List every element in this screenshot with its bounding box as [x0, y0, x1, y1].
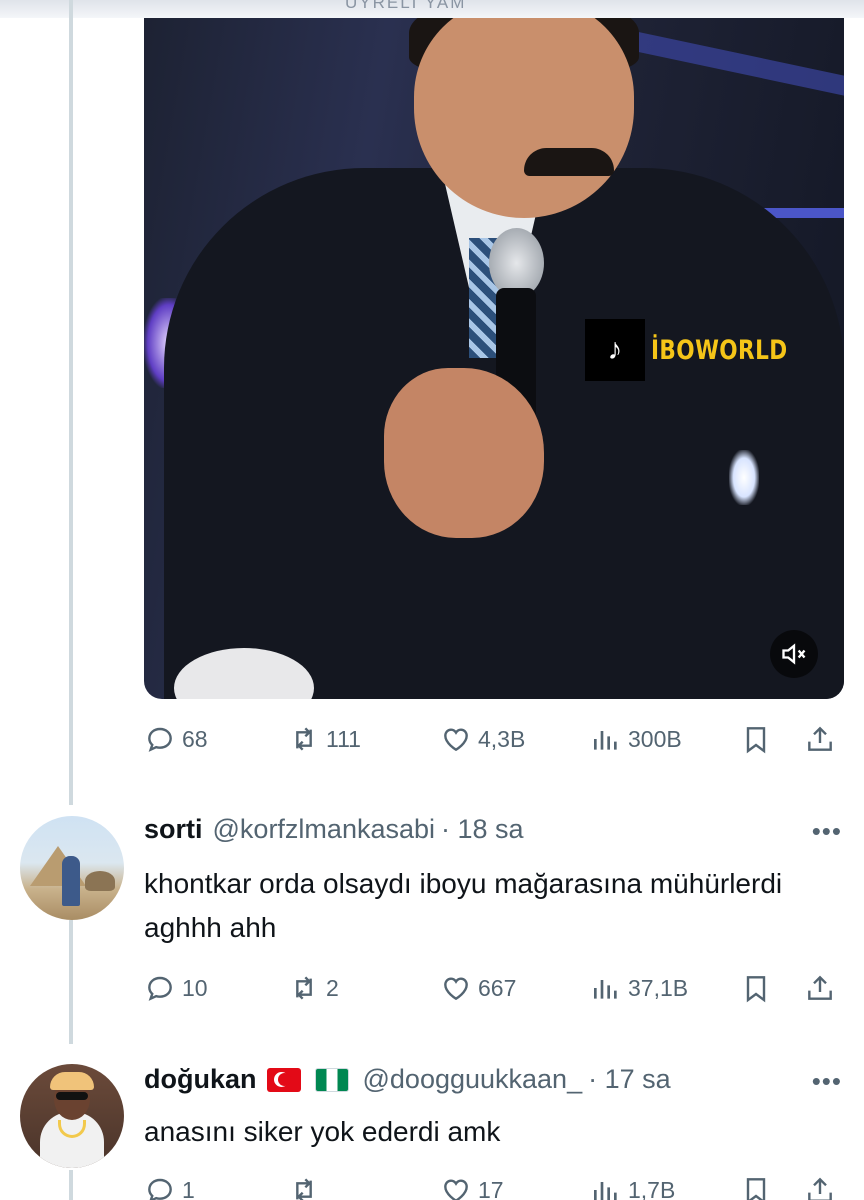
flag-turkey-icon	[266, 1067, 301, 1092]
bookmark-icon	[746, 1178, 766, 1200]
repost-icon	[296, 727, 312, 751]
like-count: 4,3B	[478, 725, 526, 752]
reply-actions-bar: 1 17 1,7B	[144, 1170, 844, 1200]
more-options-icon[interactable]: •••	[812, 1066, 842, 1097]
bookmark-button[interactable]	[740, 968, 772, 1008]
repost-button[interactable]: 2	[288, 968, 339, 1008]
avatar[interactable]	[20, 816, 124, 920]
video-subject-hand	[384, 368, 544, 538]
views-count: 300B	[628, 725, 682, 752]
reply-icon	[148, 727, 172, 752]
views-count: 1,7B	[628, 1176, 676, 1200]
reply-icon	[148, 1178, 172, 1200]
views-chart-icon	[594, 980, 617, 999]
reply-icon	[148, 976, 172, 1001]
more-options-icon[interactable]: •••	[812, 816, 842, 847]
views-chart-icon	[594, 1182, 617, 1200]
reply-text: khontkar orda olsaydı iboyu mağarasına m…	[144, 868, 783, 943]
reply-count: 68	[182, 725, 208, 752]
like-button[interactable]: 4,3B	[440, 719, 525, 759]
share-icon	[808, 975, 832, 1000]
light-flash	[729, 450, 759, 505]
share-button[interactable]	[804, 719, 836, 759]
volume-muted-icon	[782, 643, 806, 665]
repost-icon	[296, 976, 312, 1000]
heart-icon	[444, 1179, 468, 1200]
mute-button[interactable]	[770, 630, 818, 678]
thread-line	[69, 0, 73, 805]
views-button[interactable]: 300B	[590, 719, 682, 759]
thread-line	[69, 920, 73, 1044]
like-button[interactable]: 667	[440, 968, 516, 1008]
heart-icon	[444, 728, 468, 752]
avatar[interactable]	[20, 1064, 124, 1168]
reply-actions-bar: 10 2 667 37,1B	[144, 968, 844, 1008]
like-button[interactable]: 17	[440, 1170, 504, 1200]
bookmark-icon	[746, 727, 766, 754]
share-icon	[808, 726, 832, 751]
post-actions-bar: 68 111 4,3B 300B	[144, 719, 844, 759]
header-partial-text: UYRELI YAM	[345, 0, 467, 12]
video-subject-mustache	[524, 148, 614, 176]
reply-button[interactable]: 10	[144, 968, 208, 1008]
share-button[interactable]	[804, 968, 836, 1008]
reply-button[interactable]: 1	[144, 1170, 195, 1200]
avatar-figure	[62, 856, 80, 906]
views-button[interactable]: 1,7B	[590, 1170, 675, 1200]
like-count: 17	[478, 1176, 504, 1200]
repost-icon	[296, 1178, 312, 1200]
reply-header: sorti @korfzlmankasabi · 18 sa	[144, 814, 524, 845]
repost-button[interactable]	[288, 1170, 326, 1200]
reply-button[interactable]: 68	[144, 719, 208, 759]
bookmark-button[interactable]	[740, 1170, 772, 1200]
bookmark-icon	[746, 976, 766, 1003]
flag-nigeria-icon	[314, 1067, 349, 1092]
like-count: 667	[478, 974, 517, 1001]
bookmark-button[interactable]	[740, 719, 772, 759]
reply-text: anasını siker yok ederdi amk	[144, 1116, 501, 1147]
repost-count: 2	[326, 974, 339, 1001]
video-player[interactable]: ♪ İBOWORLD	[144, 18, 844, 699]
display-name[interactable]: doğukan	[144, 1064, 257, 1095]
repost-count: 111	[326, 725, 361, 752]
share-icon	[808, 1177, 832, 1200]
timestamp[interactable]: · 17 sa	[588, 1064, 671, 1095]
views-chart-icon	[594, 731, 617, 750]
display-name[interactable]: sorti	[144, 814, 203, 845]
video-watermark: ♪ İBOWORLD	[585, 319, 822, 381]
user-handle[interactable]: @korfzlmankasabi	[213, 814, 436, 845]
reply-count: 1	[182, 1176, 195, 1200]
avatar-camel	[85, 871, 115, 891]
avatar-glasses	[56, 1092, 88, 1100]
reply-count: 10	[182, 974, 208, 1001]
timestamp[interactable]: · 18 sa	[441, 814, 524, 845]
avatar-cap	[50, 1072, 94, 1090]
heart-icon	[444, 977, 468, 1001]
user-handle[interactable]: @doogguukkaan_	[363, 1064, 583, 1095]
share-button[interactable]	[804, 1170, 836, 1200]
views-count: 37,1B	[628, 974, 689, 1001]
tiktok-icon: ♪	[585, 319, 645, 381]
repost-button[interactable]: 111	[288, 719, 361, 759]
reply-header: doğukan @doogguukkaan_ · 17 sa	[144, 1064, 671, 1095]
watermark-text: İBOWORLD	[651, 334, 788, 366]
thread-line	[69, 1170, 73, 1200]
views-button[interactable]: 37,1B	[590, 968, 688, 1008]
top-header-fade: UYRELI YAM	[0, 0, 864, 18]
